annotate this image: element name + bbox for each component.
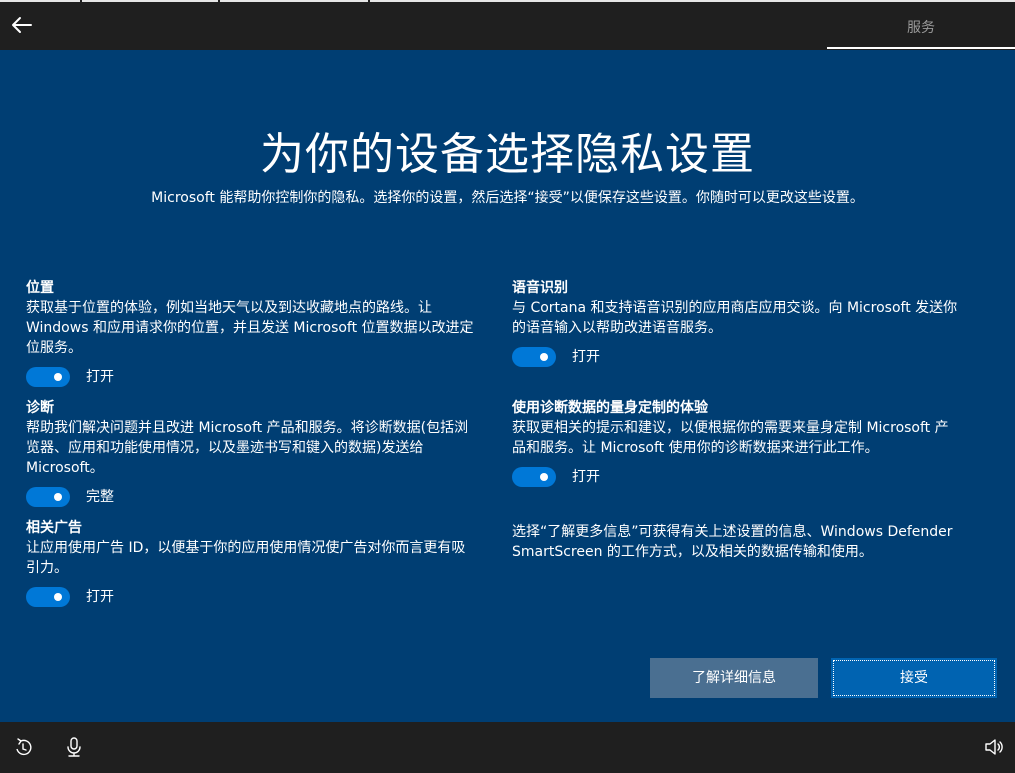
- toggle-knob: [54, 373, 62, 381]
- setting-location: 位置 获取基于位置的体验，例如当地天气以及到达收藏地点的路线。让 Windows…: [26, 278, 502, 389]
- toggle-label: 打开: [86, 369, 114, 385]
- setting-tailored-experiences: 使用诊断数据的量身定制的体验 获取更相关的提示和建议，以便根据你的需要来量身定制…: [512, 398, 992, 489]
- back-arrow-icon: [12, 17, 32, 33]
- note-line: SmartScreen 的工作方式，以及相关的数据传输和使用。: [512, 544, 873, 560]
- volume-icon-svg: [985, 739, 1003, 755]
- ease-of-access-icon[interactable]: [12, 736, 34, 758]
- desc-line: 获取更相关的提示和建议，以便根据你的需要来量身定制 Microsoft 产: [512, 420, 949, 436]
- desc-line: 与 Cortana 和支持语音识别的应用商店应用交谈。向 Microsoft 发…: [512, 300, 958, 316]
- back-button[interactable]: [8, 10, 36, 38]
- page-subtitle: Microsoft 能帮助你控制你的隐私。选择你的设置，然后选择“接受”以便保存…: [151, 190, 864, 206]
- setting-description: 让应用使用广告 ID，以便基于你的应用使用情况使广告对你而言更有吸 引力。: [26, 538, 502, 578]
- ads-toggle[interactable]: [26, 587, 70, 607]
- toggle-label: 打开: [572, 469, 600, 485]
- toggle-label: 完整: [86, 489, 114, 505]
- toggle-knob: [540, 353, 548, 361]
- toggle-label: 打开: [86, 589, 114, 605]
- setting-name: 位置: [26, 280, 54, 296]
- setting-name: 相关广告: [26, 520, 82, 536]
- setting-diagnostics: 诊断 帮助我们解决问题并且改进 Microsoft 产品和服务。将诊断数据(包括…: [26, 398, 502, 509]
- desc-line: 让应用使用广告 ID，以便基于你的应用使用情况使广告对你而言更有吸: [26, 540, 466, 556]
- volume-icon[interactable]: [983, 736, 1005, 758]
- learn-more-note: 选择“了解更多信息”可获得有关上述设置的信息、Windows Defender …: [512, 522, 992, 562]
- page-title: 为你的设备选择隐私设置: [260, 129, 755, 180]
- accept-button[interactable]: 接受: [831, 658, 997, 698]
- setting-speech-recognition: 语音识别 与 Cortana 和支持语音识别的应用商店应用交谈。向 Micros…: [512, 278, 992, 369]
- top-bar: 服务: [0, 0, 1015, 50]
- desc-line: 帮助我们解决问题并且改进 Microsoft 产品和服务。将诊断数据(包括浏: [26, 420, 469, 436]
- setting-name: 使用诊断数据的量身定制的体验: [512, 400, 708, 416]
- setting-name: 诊断: [26, 400, 54, 416]
- ease-of-access-icon-svg: [16, 738, 32, 756]
- learn-more-button[interactable]: 了解详细信息: [650, 658, 818, 698]
- setting-name: 语音识别: [512, 280, 568, 296]
- speech-toggle[interactable]: [512, 347, 556, 367]
- desc-line: 位服务。: [26, 340, 82, 356]
- toggle-knob: [540, 473, 548, 481]
- desc-line: Windows 和应用请求你的位置，并且发送 Microsoft 位置数据以改进…: [26, 320, 474, 336]
- step-label-services: 服务: [907, 20, 935, 36]
- setting-description: 获取基于位置的体验，例如当地天气以及到达收藏地点的路线。让 Windows 和应…: [26, 298, 502, 358]
- toggle-label: 打开: [572, 349, 600, 365]
- tailored-toggle[interactable]: [512, 467, 556, 487]
- bottom-bar: [0, 722, 1015, 773]
- diagnostics-toggle[interactable]: [26, 487, 70, 507]
- desc-line: 览器、应用和功能使用情况，以及墨迹书写和键入的数据)发送给: [26, 440, 424, 456]
- oobe-screen: 服务 为你的设备选择隐私设置 Microsoft 能帮助你控制你的隐私。选择你的…: [0, 0, 1015, 773]
- desc-line: 品和服务。让 Microsoft 使用你的诊断数据来进行此工作。: [512, 440, 879, 456]
- desc-line: Microsoft。: [26, 460, 104, 476]
- desc-line: 获取基于位置的体验，例如当地天气以及到达收藏地点的路线。让: [26, 300, 432, 316]
- desc-line: 的语音输入以帮助改进语音服务。: [512, 320, 722, 336]
- setting-description: 帮助我们解决问题并且改进 Microsoft 产品和服务。将诊断数据(包括浏 览…: [26, 418, 502, 478]
- microphone-icon[interactable]: [64, 736, 86, 758]
- setting-description: 与 Cortana 和支持语音识别的应用商店应用交谈。向 Microsoft 发…: [512, 298, 992, 338]
- location-toggle[interactable]: [26, 367, 70, 387]
- toggle-knob: [54, 593, 62, 601]
- microphone-icon-svg: [67, 737, 81, 757]
- step-underline: [827, 47, 1015, 49]
- note-line: 选择“了解更多信息”可获得有关上述设置的信息、Windows Defender: [512, 524, 953, 540]
- setting-description: 获取更相关的提示和建议，以便根据你的需要来量身定制 Microsoft 产 品和…: [512, 418, 992, 458]
- toggle-knob: [54, 493, 62, 501]
- desc-line: 引力。: [26, 560, 68, 576]
- setting-relevant-ads: 相关广告 让应用使用广告 ID，以便基于你的应用使用情况使广告对你而言更有吸 引…: [26, 518, 502, 609]
